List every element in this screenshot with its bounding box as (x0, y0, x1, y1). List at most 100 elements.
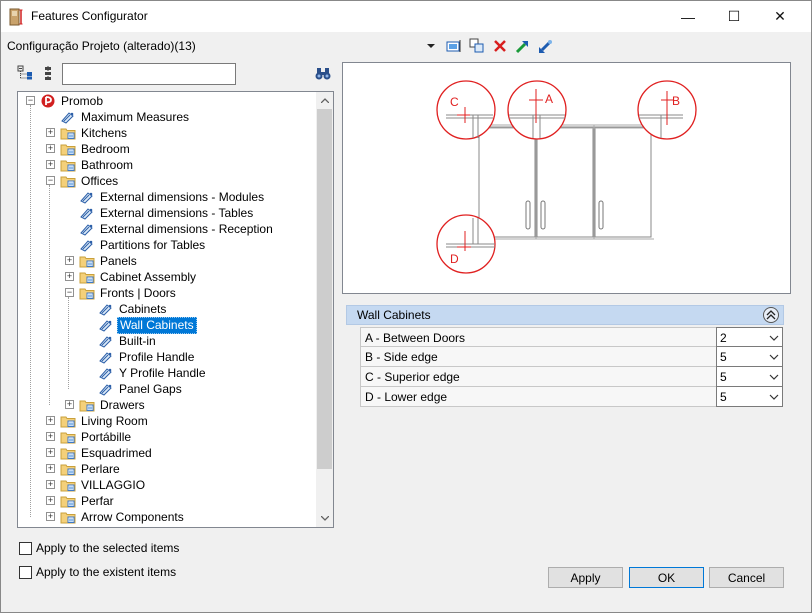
tree-item-cabinets[interactable]: Cabinets (98, 301, 168, 317)
collapse-node-button[interactable]: − (26, 96, 35, 105)
tree-item-maximum-measures[interactable]: Maximum Measures (60, 109, 191, 125)
feature-item-icon (99, 352, 112, 364)
property-value-select[interactable]: 2 (716, 327, 783, 348)
label-c: C (450, 95, 459, 109)
tree-item-esquadrimed[interactable]: Esquadrimed (60, 445, 154, 461)
config-dropdown-button[interactable] (421, 37, 440, 55)
tree-item-villaggio[interactable]: VILLAGGIO (60, 477, 147, 493)
expand-node-button[interactable]: + (65, 256, 74, 265)
folder-icon (60, 448, 76, 460)
expand-node-button[interactable]: + (46, 416, 55, 425)
tree-item-perlare[interactable]: Perlare (60, 461, 122, 477)
tree-item-panel-gaps[interactable]: Panel Gaps (98, 381, 184, 397)
tree-item-kitchens[interactable]: Kitchens (60, 125, 129, 141)
tree-item-label: VILLAGGIO (81, 477, 146, 492)
collapse-all-icon[interactable] (41, 65, 55, 81)
expand-node-button[interactable]: + (46, 496, 55, 505)
apply-button[interactable]: Apply (548, 567, 623, 588)
tree-item-external-dimensions-tables[interactable]: External dimensions - Tables (79, 205, 255, 221)
tree-item-partitions-for-tables[interactable]: Partitions for Tables (79, 237, 207, 253)
property-value-select[interactable]: 5 (716, 346, 783, 367)
copy-icon (469, 38, 483, 53)
delete-config-button[interactable] (490, 37, 509, 55)
tree-item-external-dimensions-modules[interactable]: External dimensions - Modules (79, 189, 266, 205)
tree-item-arrow-components[interactable]: Arrow Components (60, 509, 186, 525)
cancel-button[interactable]: Cancel (709, 567, 784, 588)
import-icon (515, 41, 528, 54)
maximize-button[interactable]: ☐ (711, 1, 757, 32)
select-config-button[interactable] (444, 37, 463, 55)
tree-item-wall-cabinets[interactable]: Wall Cabinets (98, 316, 197, 334)
tree-item-bathroom[interactable]: Bathroom (60, 157, 135, 173)
minimize-button[interactable]: — (665, 1, 711, 32)
property-value-select[interactable]: 5 (716, 386, 783, 407)
close-button[interactable]: ✕ (757, 1, 803, 32)
label-a: A (545, 92, 553, 106)
chevron-down-icon (769, 394, 779, 400)
collapse-node-button[interactable]: − (65, 288, 74, 297)
detail-circle-b: B (637, 80, 697, 140)
apply-selected-option[interactable]: Apply to the selected items (19, 541, 179, 555)
tree-item-fronts-doors[interactable]: Fronts | Doors (79, 285, 178, 301)
property-value: 5 (720, 350, 727, 364)
tree-item-port-bille[interactable]: Portábille (60, 429, 133, 445)
folder-icon (60, 144, 76, 156)
apply-selected-checkbox[interactable] (19, 541, 32, 555)
tree-item-offices[interactable]: Offices (60, 173, 120, 189)
property-row: A - Between Doors 2 (360, 327, 783, 348)
tree-item-label: Offices (81, 173, 119, 188)
export-config-button[interactable] (536, 37, 555, 55)
tree-item-profile-handle[interactable]: Profile Handle (98, 349, 196, 365)
feature-item-icon (99, 304, 112, 316)
tree-item-label: Esquadrimed (81, 445, 152, 460)
tree-item-y-profile-handle[interactable]: Y Profile Handle (98, 365, 208, 381)
expand-node-button[interactable]: + (46, 144, 55, 153)
tree-root-promob[interactable]: Promob (40, 93, 105, 109)
property-value-select[interactable]: 5 (716, 366, 783, 387)
detail-circle-a: A (507, 80, 567, 140)
expand-node-button[interactable]: + (46, 160, 55, 169)
find-icon[interactable] (315, 67, 331, 81)
expand-node-button[interactable]: + (46, 464, 55, 473)
copy-config-button[interactable] (467, 37, 486, 55)
scroll-up-button[interactable] (316, 92, 333, 109)
collapse-button[interactable] (763, 307, 779, 323)
collapse-node-button[interactable]: − (46, 176, 55, 185)
expand-node-button[interactable]: + (46, 432, 55, 441)
config-toolbar (421, 37, 555, 55)
tree-item-drawers[interactable]: Drawers (79, 397, 147, 413)
tree-item-cabinet-assembly[interactable]: Cabinet Assembly (79, 269, 198, 285)
import-config-button[interactable] (513, 37, 532, 55)
expand-node-button[interactable]: + (46, 512, 55, 521)
features-tree[interactable]: − Promob Maximum Measures + Kitchens + Bedroom… (17, 91, 334, 528)
expand-node-button[interactable]: + (65, 272, 74, 281)
folder-icon (60, 464, 76, 476)
property-label: A - Between Doors (365, 331, 466, 345)
tree-item-built-in[interactable]: Built-in (98, 333, 158, 349)
app-icon (9, 8, 23, 26)
ok-button-label: OK (657, 570, 676, 585)
maximize-icon: ☐ (727, 8, 741, 24)
expand-node-button[interactable]: + (46, 128, 55, 137)
tree-item-living-room[interactable]: Living Room (60, 413, 150, 429)
expand-all-icon[interactable] (17, 65, 33, 81)
configuration-label: Configuração Projeto (alterado)(13) (7, 39, 196, 53)
expand-node-button[interactable]: + (65, 400, 74, 409)
scroll-thumb[interactable] (317, 109, 332, 469)
tree-item-label: External dimensions - Reception (100, 221, 273, 236)
scroll-down-button[interactable] (316, 510, 333, 527)
apply-existent-checkbox[interactable] (19, 565, 32, 579)
expand-node-button[interactable]: + (46, 480, 55, 489)
tree-item-perfar[interactable]: Perfar (60, 493, 116, 509)
wall-cabinets-diagram: C A B D (436, 80, 697, 274)
properties-header: Wall Cabinets (346, 305, 784, 325)
tree-item-bedroom[interactable]: Bedroom (60, 141, 132, 157)
apply-existent-option[interactable]: Apply to the existent items (19, 565, 176, 579)
tree-item-external-dimensions-reception[interactable]: External dimensions - Reception (79, 221, 275, 237)
tree-item-panels[interactable]: Panels (79, 253, 139, 269)
ok-button[interactable]: OK (629, 567, 704, 588)
tree-item-label: External dimensions - Modules (100, 189, 265, 204)
expand-node-button[interactable]: + (46, 448, 55, 457)
tree-search-input[interactable] (62, 63, 236, 85)
tree-scrollbar[interactable] (316, 92, 333, 527)
